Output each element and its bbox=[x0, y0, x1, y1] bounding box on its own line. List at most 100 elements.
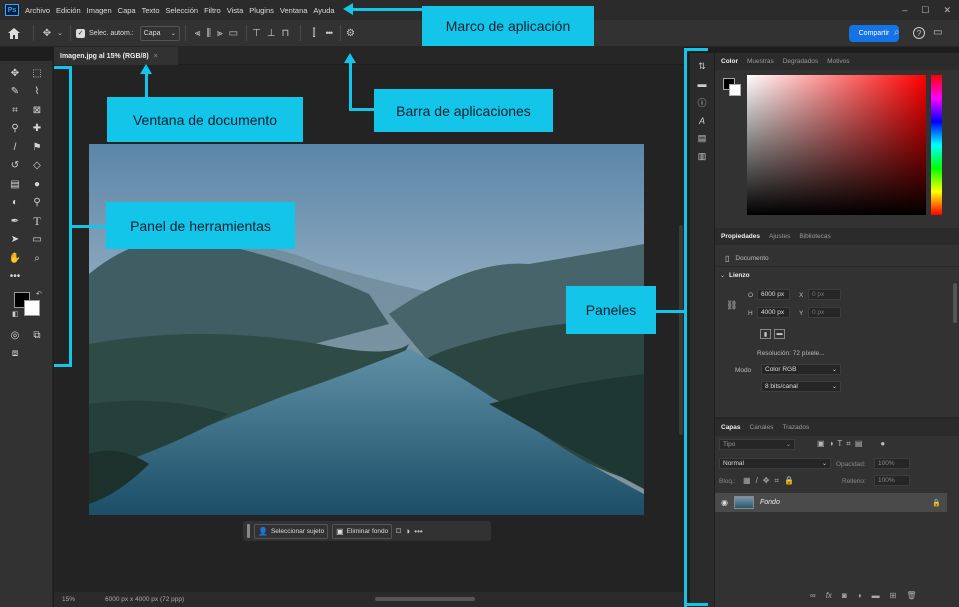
auto-select-checkbox[interactable]: ✓ bbox=[76, 28, 85, 38]
menu-archivo[interactable]: Archivo bbox=[25, 6, 50, 15]
sponge-icon[interactable]: ⚲ bbox=[29, 196, 45, 210]
transform-icon[interactable]: ⌑ bbox=[396, 526, 401, 537]
y-input[interactable]: 0 px bbox=[808, 307, 841, 318]
tab-bibliotecas[interactable]: Bibliotecas bbox=[799, 233, 830, 240]
menu-vista[interactable]: Vista bbox=[227, 6, 244, 15]
tab-muestras[interactable]: Muestras bbox=[747, 58, 774, 65]
menu-texto[interactable]: Texto bbox=[142, 6, 160, 15]
rectangle-icon[interactable]: ▭ bbox=[29, 233, 45, 247]
hand-icon[interactable]: ✋ bbox=[7, 251, 23, 265]
more-options-button[interactable]: ••• bbox=[326, 28, 334, 38]
tab-ajustes[interactable]: Ajustes bbox=[769, 233, 790, 240]
glyphs-icon[interactable]: ▥ bbox=[698, 151, 707, 162]
paragraph-icon[interactable]: ▤ bbox=[698, 133, 707, 144]
gradient-icon[interactable]: ▤ bbox=[7, 177, 23, 191]
align-center-h-icon[interactable]: ⫼ bbox=[206, 28, 211, 39]
x-input[interactable]: 0 px bbox=[808, 289, 841, 300]
menu-edicion[interactable]: Edición bbox=[56, 6, 81, 15]
chevron-down-icon[interactable]: ⌄ bbox=[720, 272, 725, 279]
adjustment-icon[interactable]: ◑ bbox=[405, 526, 410, 536]
crop-icon[interactable]: ⌗ bbox=[7, 103, 23, 117]
workspace-icon[interactable]: ▭ bbox=[933, 27, 942, 38]
height-input[interactable]: 4000 px bbox=[757, 307, 790, 318]
smart-filter-icon[interactable]: ▤ bbox=[855, 439, 863, 449]
menu-plugins[interactable]: Plugins bbox=[249, 6, 274, 15]
bg-color-swatch[interactable] bbox=[729, 84, 741, 96]
lock-all-icon[interactable]: 🔒 bbox=[784, 476, 794, 486]
opacity-input[interactable]: 100% bbox=[874, 458, 910, 469]
tab-motivos[interactable]: Motivos bbox=[827, 58, 849, 65]
select-subject-button[interactable]: 👤 Seleccionar sujeto bbox=[254, 523, 329, 539]
align-right-icon[interactable]: ⫸ bbox=[217, 28, 223, 39]
info-icon[interactable]: ⓘ bbox=[697, 96, 706, 109]
swap-colors-icon[interactable]: ↶ bbox=[36, 290, 42, 298]
align-middle-icon[interactable]: ⊥ bbox=[267, 25, 276, 41]
menu-ayuda[interactable]: Ayuda bbox=[313, 6, 334, 15]
align-top-icon[interactable]: ⊤ bbox=[252, 25, 261, 41]
tab-trazados[interactable]: Trazados bbox=[782, 424, 809, 431]
auto-select-dropdown[interactable]: Capa ⌄ bbox=[139, 25, 180, 41]
zoom-icon[interactable]: ⌕ bbox=[29, 251, 45, 265]
lock-position-icon[interactable]: ✥ bbox=[763, 476, 770, 486]
stamp-icon[interactable]: ⚑ bbox=[29, 140, 45, 154]
type-filter-icon[interactable]: T bbox=[837, 439, 842, 449]
default-colors-icon[interactable]: ◧ bbox=[12, 310, 19, 318]
width-input[interactable]: 6000 px bbox=[757, 289, 790, 300]
comments-icon[interactable]: ▬ bbox=[698, 79, 707, 89]
vertical-scrollbar[interactable] bbox=[679, 225, 683, 435]
bit-depth-select[interactable]: 8 bits/canal ⌄ bbox=[761, 381, 841, 392]
filter-toggle-icon[interactable]: ● bbox=[880, 439, 885, 449]
pixel-filter-icon[interactable]: ▣ bbox=[817, 439, 825, 449]
delete-layer-icon[interactable]: 🗑 bbox=[906, 591, 916, 600]
frame-icon[interactable]: ⊠ bbox=[29, 103, 45, 117]
horizontal-scrollbar[interactable] bbox=[375, 597, 475, 601]
landscape-icon[interactable]: ▬ bbox=[774, 329, 785, 339]
share-button[interactable]: Compartir bbox=[849, 25, 899, 42]
screen-mode-icon[interactable]: ⧉ bbox=[29, 328, 45, 342]
home-icon[interactable] bbox=[0, 27, 28, 39]
color-mode-select[interactable]: Color RGB ⌄ bbox=[761, 364, 841, 375]
add-mask-icon[interactable]: ◙ bbox=[842, 591, 847, 600]
blend-mode-select[interactable]: Normal ⌄ bbox=[719, 458, 831, 469]
layer-filter-select[interactable]: Tipo ⌄ bbox=[719, 439, 795, 450]
chevron-down-icon[interactable]: ⌄ bbox=[55, 29, 65, 37]
document-tab[interactable]: Imagen.jpg al 15% (RGB/8) × bbox=[54, 47, 178, 65]
link-layers-icon[interactable]: ∞ bbox=[810, 591, 816, 600]
move-tool-icon[interactable]: ✥ bbox=[39, 28, 55, 39]
quick-mask-icon[interactable]: ◎ bbox=[7, 328, 23, 342]
move-icon[interactable]: ✥ bbox=[7, 66, 23, 80]
layer-row-fondo[interactable]: ◉ Fondo 🔒 bbox=[715, 493, 947, 512]
history-panel-icon[interactable]: ⇅ bbox=[698, 61, 706, 72]
link-icon[interactable]: ⛓ bbox=[726, 300, 737, 311]
zoom-level[interactable]: 15% bbox=[62, 596, 75, 603]
more-context-button[interactable]: ••• bbox=[414, 527, 422, 536]
color-field[interactable] bbox=[747, 75, 926, 215]
help-icon[interactable]: ? bbox=[913, 27, 925, 39]
menu-capa[interactable]: Capa bbox=[118, 6, 136, 15]
align-bottom-icon[interactable]: ⊓ bbox=[282, 25, 290, 41]
fx-icon[interactable]: fx bbox=[826, 591, 832, 600]
pen-icon[interactable]: ✒ bbox=[7, 214, 23, 228]
history-brush-icon[interactable]: ↺ bbox=[7, 159, 23, 173]
character-icon[interactable]: A bbox=[699, 116, 705, 126]
type-icon[interactable]: T bbox=[29, 214, 45, 228]
visibility-eye-icon[interactable]: ◉ bbox=[721, 498, 728, 507]
lasso-icon[interactable]: ⌇ bbox=[29, 85, 45, 99]
menu-imagen[interactable]: Imagen bbox=[87, 6, 112, 15]
maximize-button[interactable]: ☐ bbox=[921, 5, 929, 16]
menu-ventana[interactable]: Ventana bbox=[280, 6, 308, 15]
portrait-icon[interactable]: ▮ bbox=[760, 329, 771, 339]
tab-degradados[interactable]: Degradados bbox=[783, 58, 818, 65]
new-layer-icon[interactable]: ⊞ bbox=[890, 591, 897, 600]
eraser-icon[interactable]: ◇ bbox=[29, 159, 45, 173]
tab-propiedades[interactable]: Propiedades bbox=[721, 233, 760, 240]
lock-pixels-icon[interactable]: / bbox=[756, 476, 758, 486]
shape-filter-icon[interactable]: ⌗ bbox=[846, 439, 851, 449]
edit-toolbar-icon[interactable]: ⧈ bbox=[7, 347, 23, 361]
menu-seleccion[interactable]: Selección bbox=[166, 6, 199, 15]
search-icon[interactable]: ⌕ bbox=[894, 27, 900, 38]
menu-filtro[interactable]: Filtro bbox=[204, 6, 221, 15]
close-tab-icon[interactable]: × bbox=[154, 53, 158, 60]
drag-handle[interactable] bbox=[247, 524, 250, 538]
lock-artboard-icon[interactable]: ⌗ bbox=[775, 476, 780, 486]
